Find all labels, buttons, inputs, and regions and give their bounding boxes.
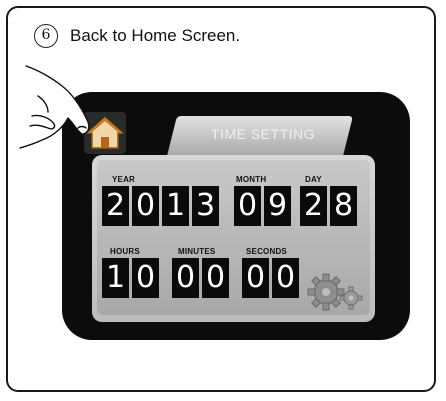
year-digit: 2: [102, 186, 129, 226]
month-label: MONTH: [236, 175, 267, 184]
seconds-digit: 0: [242, 258, 269, 298]
minutes-digit: 0: [202, 258, 229, 298]
step-number: 6: [34, 24, 58, 48]
pointing-hand-illustration: [8, 56, 128, 156]
tab-title: TIME SETTING: [211, 126, 315, 142]
day-digit: 2: [300, 186, 327, 226]
minutes-label: MINUTES: [178, 247, 216, 256]
year-digit: 1: [162, 186, 189, 226]
minutes-digit: 0: [172, 258, 199, 298]
hours-field[interactable]: 1 0: [102, 258, 159, 298]
month-field[interactable]: 0 9: [234, 186, 291, 226]
year-digit: 0: [132, 186, 159, 226]
seconds-field[interactable]: 0 0: [242, 258, 299, 298]
hours-digit: 1: [102, 258, 129, 298]
minutes-field[interactable]: 0 0: [172, 258, 229, 298]
gear-icon: [307, 273, 363, 311]
seconds-label: SECONDS: [246, 247, 287, 256]
step-instruction: Back to Home Screen.: [70, 26, 241, 45]
day-label: DAY: [305, 175, 322, 184]
seconds-digit: 0: [272, 258, 299, 298]
day-field[interactable]: 2 8: [300, 186, 357, 226]
year-field[interactable]: 2 0 1 3: [102, 186, 219, 226]
month-digit: 0: [234, 186, 261, 226]
hours-digit: 0: [132, 258, 159, 298]
settings-button[interactable]: [306, 270, 364, 312]
year-label: YEAR: [112, 175, 136, 184]
day-digit: 8: [330, 186, 357, 226]
hours-label: HOURS: [110, 247, 140, 256]
month-digit: 9: [264, 186, 291, 226]
year-digit: 3: [192, 186, 219, 226]
